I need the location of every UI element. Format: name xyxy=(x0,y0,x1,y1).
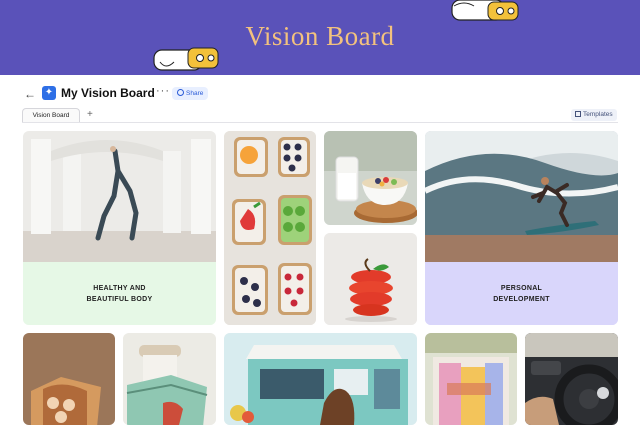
card-donut-box-image[interactable] xyxy=(23,333,115,425)
templates-label: Templates xyxy=(583,111,613,118)
tab-divider xyxy=(22,122,618,123)
hand-sticker-right xyxy=(451,0,519,21)
card-coffee-cups-image[interactable] xyxy=(123,333,216,425)
surf-image xyxy=(425,131,618,262)
car-interior-image xyxy=(525,333,618,425)
hand-sticker-left xyxy=(153,47,219,71)
caption-line-1: PERSONAL xyxy=(500,284,543,292)
back-arrow-icon[interactable]: ← xyxy=(22,87,38,101)
art-canvas-image xyxy=(425,333,517,425)
caption-line-2: BEAUTIFUL BODY xyxy=(86,295,153,303)
card-apple-image[interactable] xyxy=(324,233,417,325)
food-truck-image xyxy=(224,333,417,425)
apple-image xyxy=(324,233,417,325)
caption-line-1: HEALTHY AND xyxy=(93,284,146,292)
globe-icon xyxy=(177,89,184,96)
card-food-truck-image[interactable] xyxy=(224,333,417,425)
share-button[interactable]: Share xyxy=(172,87,209,100)
board-logo-icon: ✦ xyxy=(42,86,56,100)
card-breakfast-image[interactable] xyxy=(324,131,417,225)
board-title: My Vision Board xyxy=(61,86,155,100)
vision-board-banner: Vision Board xyxy=(0,0,640,75)
caption-line-2: DEVELOPMENT xyxy=(493,295,550,303)
templates-icon xyxy=(575,111,581,117)
card-car-interior-image[interactable] xyxy=(525,333,618,425)
templates-button[interactable]: Templates xyxy=(571,109,617,121)
toast-image xyxy=(224,131,316,325)
card-caption-healthy-body: HEALTHY AND BEAUTIFUL BODY xyxy=(23,262,216,325)
card-art-canvas-image[interactable] xyxy=(425,333,517,425)
card-healthy-body[interactable]: HEALTHY AND BEAUTIFUL BODY xyxy=(23,131,216,325)
yoga-image xyxy=(23,131,216,262)
tab-vision-board[interactable]: Vision Board xyxy=(22,108,80,122)
coffee-cups-image xyxy=(123,333,216,425)
card-caption-personal-development: PERSONAL DEVELOPMENT xyxy=(425,262,618,325)
breakfast-image xyxy=(324,131,417,225)
card-toast-image[interactable] xyxy=(224,131,316,325)
donut-box-image xyxy=(23,333,115,425)
share-label: Share xyxy=(186,90,204,97)
banner-title: Vision Board xyxy=(245,21,395,51)
card-personal-development[interactable]: PERSONAL DEVELOPMENT xyxy=(425,131,618,325)
add-tab-button[interactable]: + xyxy=(87,109,93,120)
more-options-button[interactable]: ··· xyxy=(156,85,170,97)
